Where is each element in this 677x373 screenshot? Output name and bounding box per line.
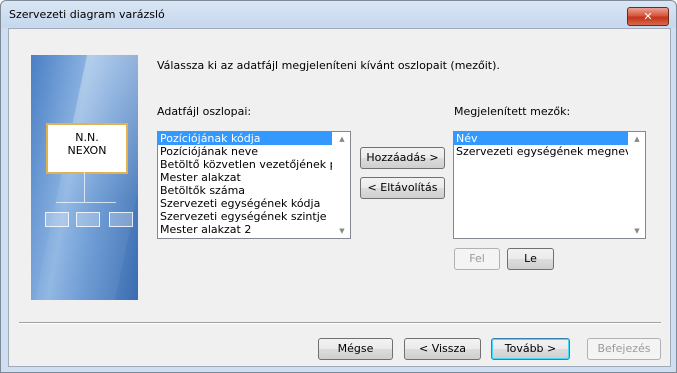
list-item[interactable]: Betöltők száma [158,184,332,197]
scroll-down-icon[interactable]: ▼ [334,224,350,238]
scrollbar[interactable]: ▲ ▼ [629,132,645,238]
sub-box [76,212,100,227]
remove-button[interactable]: < Eltávolítás [360,177,445,199]
cancel-button[interactable]: Mégse [318,338,393,360]
available-columns-label: Adatfájl oszlopai: [157,105,252,118]
card-name: N.N. [75,131,99,144]
list-item[interactable]: Pozíciójának kódja [158,132,332,145]
org-chart-card: N.N. NEXON [46,123,128,174]
sub-box [109,212,133,227]
list-item[interactable]: Mester alakzat 2 [158,223,332,236]
list-item[interactable]: Betöltő közvetlen vezetőjének pozíc [158,158,332,171]
title-bar: Szervezeti diagram varázsló ✕ [1,1,676,28]
scroll-up-icon[interactable]: ▲ [629,132,645,146]
list-item[interactable]: Pozíciójának neve [158,145,332,158]
illustration-shape [34,55,138,300]
list-item[interactable]: Név [454,132,628,145]
displayed-fields-label: Megjelenített mezők: [454,105,571,118]
sub-box [45,212,69,227]
card-company: NEXON [67,144,107,157]
list-item[interactable]: Mester alakzat [158,171,332,184]
available-columns-list[interactable]: Pozíciójának kódja Pozíciójának neve Betöl… [157,131,351,239]
list-item[interactable]: Szervezeti egységének megnevezés [454,145,628,158]
connector-line [56,202,116,203]
scroll-up-icon[interactable]: ▲ [334,132,350,146]
displayed-fields-list[interactable]: NévSzervezeti egységének megnevezés ▲ ▼ [453,131,646,239]
separator [19,322,661,324]
list-item[interactable]: Szervezeti egységének szintje [158,210,332,223]
wizard-illustration: N.N. NEXON [31,55,138,300]
move-down-button[interactable]: Le [507,248,554,270]
add-button[interactable]: Hozzáadás > [360,147,445,169]
dialog-body: N.N. NEXON Válassza ki az adatfájl megje… [8,28,671,367]
move-up-button[interactable]: Fel [454,248,500,270]
next-button[interactable]: Tovább > [491,338,570,360]
close-button[interactable]: ✕ [627,7,669,26]
connector-line [84,172,85,202]
instruction-text: Válassza ki az adatfájl megjeleníteni kí… [157,59,500,72]
back-button[interactable]: < Vissza [404,338,481,360]
scrollbar[interactable]: ▲ ▼ [334,132,350,238]
list-item[interactable]: Szervezeti egységének kódja [158,197,332,210]
wizard-window: Szervezeti diagram varázsló ✕ N.N. NEXON… [0,0,677,373]
scroll-down-icon[interactable]: ▼ [629,224,645,238]
finish-button[interactable]: Befejezés [587,338,661,360]
window-title: Szervezeti diagram varázsló [9,8,165,21]
